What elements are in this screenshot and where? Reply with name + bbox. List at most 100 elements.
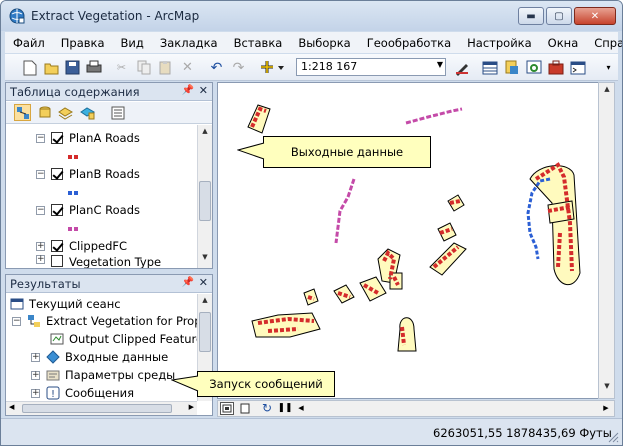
scroll-up-icon[interactable]: ▲	[199, 296, 211, 308]
layer-visibility-checkbox[interactable]	[51, 132, 63, 144]
layer-visibility-checkbox[interactable]	[51, 168, 63, 180]
data-view-button[interactable]	[220, 402, 234, 415]
results-messages[interactable]: + ! Сообщения	[31, 384, 134, 402]
visibility-layers-icon	[58, 106, 73, 120]
results-output-clipped-feature[interactable]: Output Clipped Feature	[50, 330, 203, 348]
results-environment-settings[interactable]: + Параметры среды	[31, 366, 175, 384]
redo-button[interactable]: ↷	[230, 59, 247, 76]
menu-edit[interactable]: Правка	[53, 36, 113, 50]
close-panel-icon[interactable]: ✕	[199, 276, 208, 289]
refresh-button[interactable]: ↻	[260, 401, 274, 415]
copy-button[interactable]	[135, 59, 152, 76]
maximize-button[interactable]: ▢	[546, 7, 572, 25]
catalog-button[interactable]	[503, 59, 520, 76]
scroll-down-icon[interactable]: ▼	[199, 253, 211, 265]
menu-insert[interactable]: Вставка	[226, 36, 291, 50]
editor-toolbar-button[interactable]	[453, 59, 470, 76]
scroll-up-icon[interactable]: ▲	[601, 85, 613, 97]
pin-icon[interactable]: 📌	[182, 277, 194, 288]
table-of-contents-panel: Таблица содержания 📌 ✕ − PlanA Roads − P…	[5, 82, 213, 269]
menu-customize[interactable]: Настройка	[459, 36, 540, 50]
arctoolbox-button[interactable]	[547, 59, 564, 76]
collapse-icon[interactable]: −	[36, 169, 45, 179]
minimize-button[interactable]: ▬	[518, 7, 544, 25]
expand-icon[interactable]: +	[31, 352, 40, 362]
map-vertical-scrollbar[interactable]: ▲ ▼	[598, 82, 615, 399]
menu-file[interactable]: Файл	[5, 36, 53, 50]
toc-options-button[interactable]	[109, 104, 126, 121]
scroll-left-button[interactable]: ◀	[294, 401, 308, 414]
list-by-visibility-button[interactable]	[57, 104, 74, 121]
scroll-thumb[interactable]	[199, 312, 211, 352]
save-button[interactable]	[64, 59, 81, 76]
expand-icon[interactable]: +	[31, 388, 40, 398]
open-button[interactable]	[43, 59, 60, 76]
paste-button[interactable]	[156, 59, 173, 76]
results-horizontal-scrollbar[interactable]: ◀ ▶	[6, 401, 197, 415]
layer-clippedfc[interactable]: + ClippedFC	[36, 237, 127, 255]
map-canvas[interactable]	[218, 83, 598, 398]
scroll-down-icon[interactable]: ▼	[601, 382, 613, 394]
layer-visibility-checkbox[interactable]	[51, 255, 63, 267]
list-by-selection-button[interactable]	[79, 104, 96, 121]
table-button[interactable]	[481, 59, 498, 76]
layout-view-button[interactable]	[238, 402, 252, 415]
print-button[interactable]	[85, 59, 102, 76]
map-display[interactable]	[217, 82, 599, 399]
collapse-icon[interactable]: −	[36, 205, 45, 215]
layer-visibility-checkbox[interactable]	[51, 204, 63, 216]
menu-geoprocessing[interactable]: Геообработка	[359, 36, 459, 50]
expand-icon[interactable]: +	[36, 241, 45, 251]
search-window-button[interactable]	[525, 59, 542, 76]
map-scale-dropdown[interactable]: 1:218 167 ▼	[296, 58, 446, 76]
layer-vegetation-type[interactable]: + Vegetation Type	[36, 255, 161, 268]
close-button[interactable]: ✕	[574, 7, 616, 25]
collapse-icon[interactable]: −	[36, 133, 45, 143]
add-data-plus-icon	[261, 60, 284, 73]
toc-title: Таблица содержания	[10, 85, 140, 99]
scroll-right-icon[interactable]: ▶	[189, 403, 194, 411]
pin-icon[interactable]: 📌	[182, 85, 194, 96]
undo-icon: ↶	[210, 59, 223, 76]
layer-name: PlanA Roads	[69, 131, 140, 145]
layer-plana-roads[interactable]: − PlanA Roads	[36, 129, 140, 147]
toc-scrollbar[interactable]: ▲ ▼	[197, 125, 212, 268]
add-data-button[interactable]	[259, 59, 287, 76]
resize-grip-icon[interactable]	[607, 431, 619, 443]
menu-selection[interactable]: Выборка	[290, 36, 358, 50]
toc-header: Таблица содержания 📌 ✕	[6, 83, 212, 101]
scroll-thumb[interactable]	[22, 404, 172, 413]
window-title: Extract Vegetation - ArcMap	[31, 9, 200, 23]
toolbar-overflow-button[interactable]: ▾	[600, 59, 617, 76]
layer-planc-roads[interactable]: − PlanC Roads	[36, 201, 140, 219]
scroll-thumb[interactable]	[199, 181, 211, 221]
list-by-drawing-order-button[interactable]	[14, 104, 31, 121]
menu-help[interactable]: Справка	[586, 36, 622, 50]
expand-icon[interactable]: +	[36, 255, 45, 264]
layer-planb-roads[interactable]: − PlanB Roads	[36, 165, 140, 183]
expand-icon[interactable]: +	[31, 370, 40, 380]
close-panel-icon[interactable]: ✕	[199, 84, 208, 97]
results-extract-vegetation-tool[interactable]: − Extract Vegetation for Propo	[12, 312, 209, 330]
results-current-session[interactable]: Текущий сеанс	[10, 295, 121, 313]
planb-roads-legend-swatch	[68, 191, 80, 195]
python-window-button[interactable]	[569, 59, 586, 76]
scroll-up-icon[interactable]: ▲	[199, 127, 211, 139]
scroll-right-button[interactable]: ▶	[599, 401, 613, 414]
results-input-data[interactable]: + Входные данные	[31, 348, 168, 366]
cut-button[interactable]: ✂	[113, 59, 130, 76]
scroll-left-icon[interactable]: ◀	[9, 403, 14, 411]
planc-roads	[334, 107, 463, 244]
layer-visibility-checkbox[interactable]	[51, 240, 63, 252]
menu-view[interactable]: Вид	[113, 36, 152, 50]
pause-drawing-button[interactable]: ❚❚	[277, 401, 292, 414]
new-document-button[interactable]	[21, 59, 38, 76]
delete-button[interactable]: ✕	[179, 59, 196, 76]
collapse-icon[interactable]: −	[12, 316, 21, 326]
menu-windows[interactable]: Окна	[540, 36, 587, 50]
save-disk-icon	[65, 60, 80, 75]
undo-button[interactable]: ↶	[208, 59, 225, 76]
options-list-icon	[111, 106, 124, 119]
menu-bookmarks[interactable]: Закладка	[152, 36, 226, 50]
list-by-source-button[interactable]	[36, 104, 53, 121]
